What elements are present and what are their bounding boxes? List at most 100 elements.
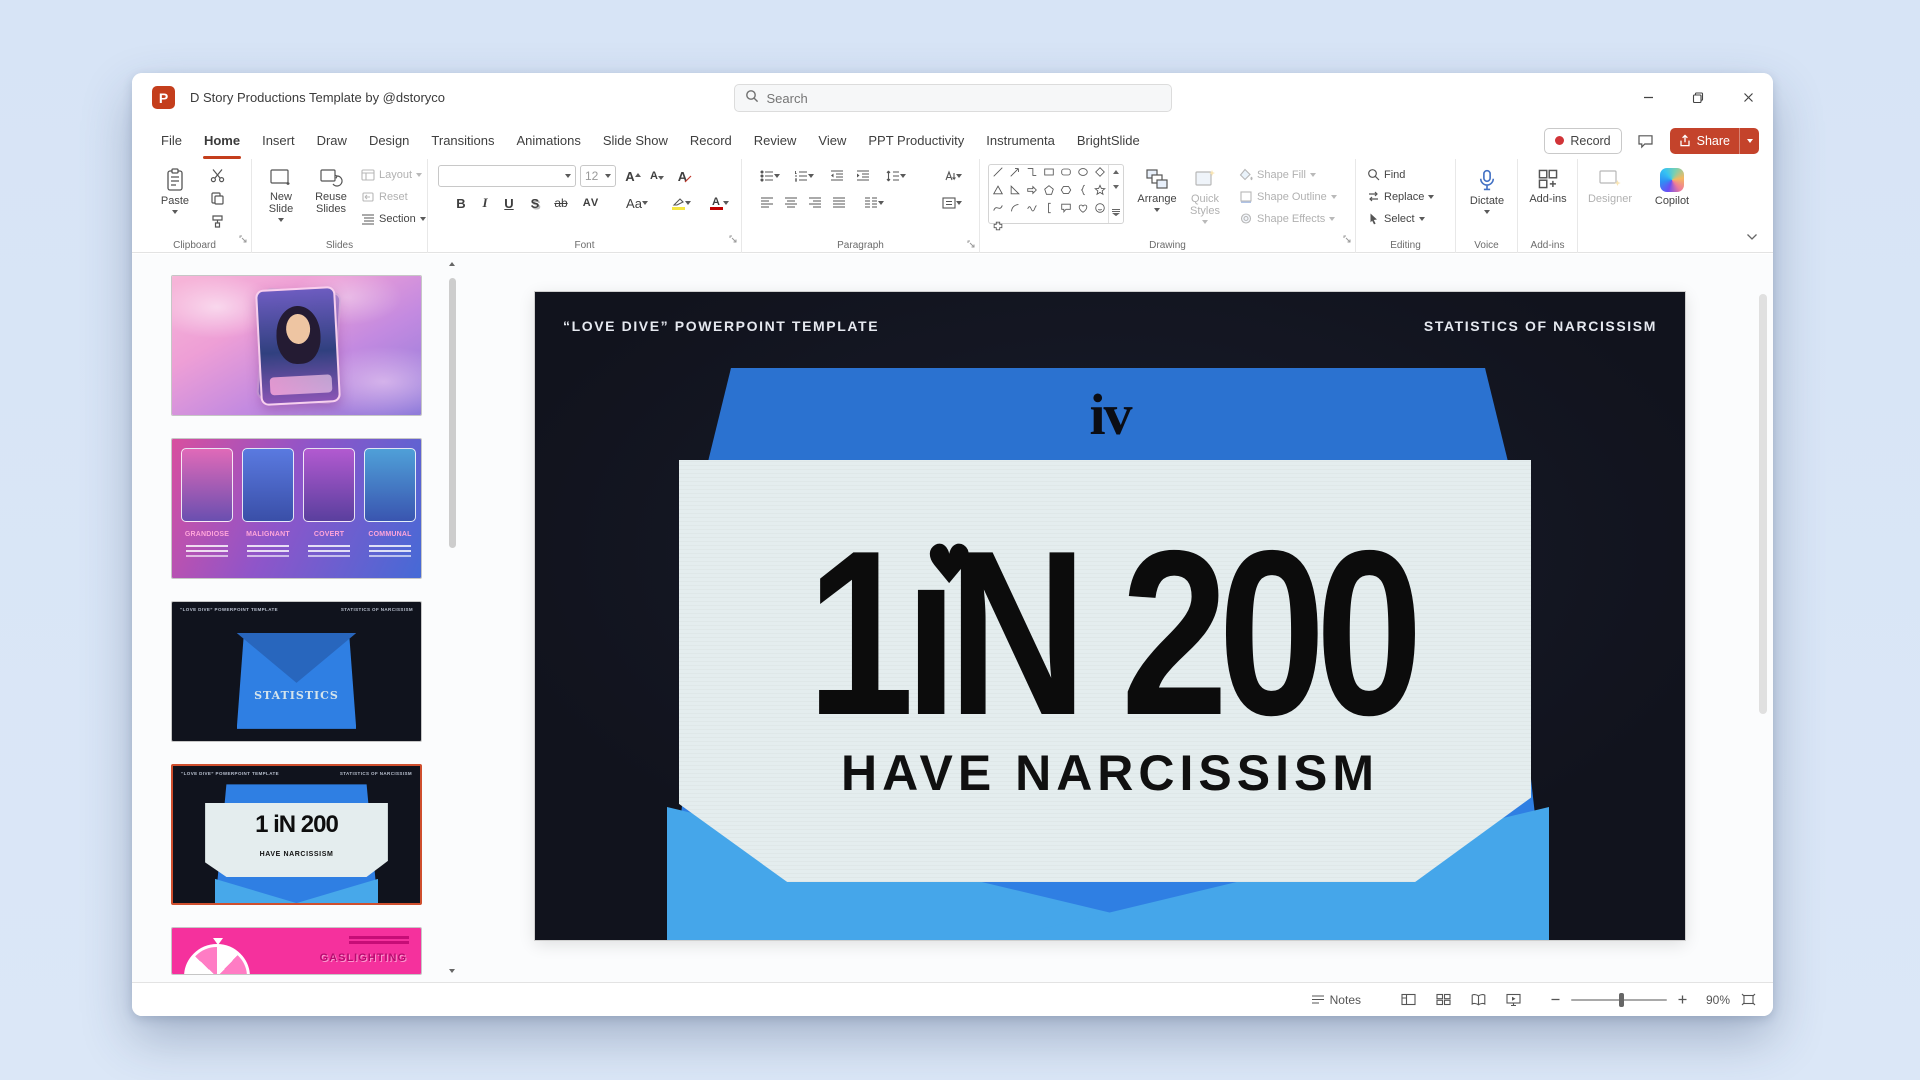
tab-record[interactable]: Record xyxy=(679,122,743,159)
normal-view-button[interactable] xyxy=(1394,988,1423,1012)
slide-thumbnail-2[interactable]: GRANDIOSE MALIGNANT COVERT COMMUNAL xyxy=(171,438,422,579)
share-button[interactable]: Share xyxy=(1670,128,1759,154)
tab-ppt-productivity[interactable]: PPT Productivity xyxy=(857,122,975,159)
shape-arrow[interactable] xyxy=(1009,165,1021,183)
zoom-out-button[interactable] xyxy=(1546,988,1565,1012)
drawing-dialog-launcher[interactable] xyxy=(1343,231,1352,249)
shape-plus[interactable] xyxy=(992,219,1004,237)
comments-button[interactable] xyxy=(1632,128,1660,154)
find-button[interactable]: Find xyxy=(1364,164,1408,185)
ribbon-collapse-button[interactable] xyxy=(1741,228,1763,246)
align-left-button[interactable] xyxy=(756,192,778,214)
layout-button[interactable]: Layout xyxy=(358,164,425,185)
cut-button[interactable] xyxy=(206,164,228,186)
shape-diamond[interactable] xyxy=(1094,165,1106,183)
text-direction-button[interactable] xyxy=(938,165,966,187)
tab-transitions[interactable]: Transitions xyxy=(420,122,505,159)
zoom-in-button[interactable] xyxy=(1673,988,1692,1012)
paste-button[interactable]: Paste xyxy=(152,164,198,230)
quick-styles-button[interactable]: Quick Styles xyxy=(1182,164,1228,230)
shape-arc[interactable] xyxy=(1009,201,1021,219)
share-caret[interactable] xyxy=(1739,128,1759,154)
reset-button[interactable]: Reset xyxy=(358,186,411,207)
columns-button[interactable] xyxy=(860,192,888,214)
font-color-button[interactable]: A xyxy=(704,192,734,214)
shape-rectangle[interactable] xyxy=(1043,165,1055,183)
shape-hexagon[interactable] xyxy=(1060,183,1072,201)
italic-button[interactable]: I xyxy=(474,192,496,214)
font-name-combobox[interactable] xyxy=(438,165,576,187)
shape-star[interactable] xyxy=(1094,183,1106,201)
shape-scribble[interactable] xyxy=(1026,201,1038,219)
slideshow-button[interactable] xyxy=(1499,988,1528,1012)
tab-design[interactable]: Design xyxy=(358,122,420,159)
copilot-button[interactable]: Copilot xyxy=(1644,164,1700,230)
slide-sorter-button[interactable] xyxy=(1429,988,1458,1012)
slide-canvas[interactable]: “LOVE DIVE” POWERPOINT TEMPLATE STATISTI… xyxy=(535,292,1685,940)
slide-thumbnail-3[interactable]: “LOVE DIVE” POWERPOINT TEMPLATE STATISTI… xyxy=(171,601,422,742)
tab-home[interactable]: Home xyxy=(193,122,251,159)
paragraph-dialog-launcher[interactable] xyxy=(967,240,976,249)
record-button[interactable]: Record xyxy=(1544,128,1621,154)
shape-callout[interactable] xyxy=(1060,201,1072,219)
shrink-font-button[interactable]: A xyxy=(646,165,668,187)
thumbnails-scrollbar[interactable] xyxy=(444,256,460,978)
scroll-down-arrow[interactable] xyxy=(446,966,458,978)
align-right-button[interactable] xyxy=(804,192,826,214)
font-size-combobox[interactable]: 12 xyxy=(580,165,616,187)
zoom-level-button[interactable]: 90% xyxy=(1698,993,1730,1007)
tab-animations[interactable]: Animations xyxy=(506,122,592,159)
close-button[interactable] xyxy=(1723,73,1773,122)
format-painter-button[interactable] xyxy=(206,210,228,232)
slide-thumbnail-5[interactable]: GASLIGHTING xyxy=(171,927,422,975)
shape-arrow-right[interactable] xyxy=(1026,183,1038,201)
scrollbar-thumb[interactable] xyxy=(449,278,456,548)
shape-pentagon[interactable] xyxy=(1043,183,1055,201)
shape-line[interactable] xyxy=(992,165,1004,183)
change-case-button[interactable]: Aa xyxy=(622,192,652,214)
bold-button[interactable]: B xyxy=(450,192,472,214)
gallery-more-button[interactable] xyxy=(1111,203,1121,221)
arrange-button[interactable]: Arrange xyxy=(1134,164,1180,230)
tab-draw[interactable]: Draw xyxy=(306,122,358,159)
align-text-button[interactable] xyxy=(938,192,966,214)
tab-slide-show[interactable]: Slide Show xyxy=(592,122,679,159)
maximize-button[interactable] xyxy=(1673,73,1723,122)
tab-view[interactable]: View xyxy=(807,122,857,159)
shape-bracket[interactable] xyxy=(1043,201,1055,219)
increase-indent-button[interactable] xyxy=(852,165,874,187)
add-ins-button[interactable]: Add-ins xyxy=(1525,164,1571,230)
tab-insert[interactable]: Insert xyxy=(251,122,306,159)
new-slide-button[interactable]: New Slide xyxy=(258,164,304,230)
decrease-indent-button[interactable] xyxy=(826,165,848,187)
slide-thumbnail-1[interactable] xyxy=(171,275,422,416)
clipboard-dialog-launcher[interactable] xyxy=(239,231,248,249)
reuse-slides-button[interactable]: Reuse Slides xyxy=(308,164,354,230)
justify-button[interactable] xyxy=(828,192,850,214)
slide-thumbnail-4[interactable]: “LOVE DIVE” POWERPOINT TEMPLATE STATISTI… xyxy=(171,764,422,905)
shape-right-triangle[interactable] xyxy=(1009,183,1021,201)
section-button[interactable]: Section xyxy=(358,208,429,229)
designer-button[interactable]: Designer xyxy=(1582,164,1638,230)
strikethrough-button[interactable]: ab xyxy=(550,192,572,214)
reading-view-button[interactable] xyxy=(1464,988,1493,1012)
replace-button[interactable]: Replace xyxy=(1364,186,1437,207)
gallery-scroll-down[interactable] xyxy=(1113,185,1119,192)
gallery-scroll-up[interactable] xyxy=(1113,167,1119,174)
shape-heart[interactable] xyxy=(1077,201,1089,219)
shape-outline-button[interactable]: Shape Outline xyxy=(1236,186,1340,207)
text-highlight-button[interactable] xyxy=(666,192,696,214)
tab-review[interactable]: Review xyxy=(743,122,808,159)
shape-curve[interactable] xyxy=(992,201,1004,219)
zoom-slider-thumb[interactable] xyxy=(1619,993,1624,1007)
shape-fill-button[interactable]: Shape Fill xyxy=(1236,164,1319,185)
shape-smiley[interactable] xyxy=(1094,201,1106,219)
clear-formatting-button[interactable]: A xyxy=(674,165,696,187)
tab-file[interactable]: File xyxy=(150,122,193,159)
text-shadow-button[interactable]: S xyxy=(524,192,546,214)
dictate-button[interactable]: Dictate xyxy=(1464,164,1510,230)
fit-slide-to-window-button[interactable] xyxy=(1736,988,1761,1012)
notes-button[interactable]: Notes xyxy=(1304,988,1368,1012)
shape-oval[interactable] xyxy=(1077,165,1089,183)
grow-font-button[interactable]: A xyxy=(622,165,644,187)
